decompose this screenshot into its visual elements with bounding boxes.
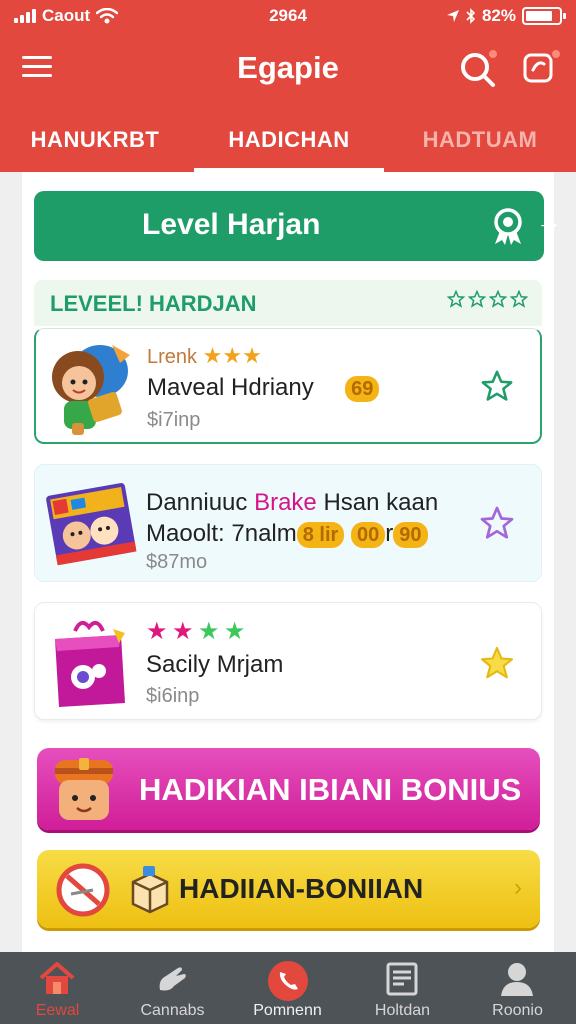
- game-box-icon: [46, 483, 137, 566]
- location-arrow-icon: [446, 10, 459, 22]
- app-bar: Egapie: [0, 40, 576, 100]
- nav-item-holtdan[interactable]: Holtdan: [345, 952, 460, 1024]
- item-name-text: Maoolt: 7nalm: [146, 520, 297, 547]
- chest-face-icon: [55, 758, 113, 820]
- battery-icon: [522, 7, 566, 25]
- item-name-text: Maveal Hdriany: [147, 374, 314, 401]
- star-outline-icon[interactable]: [480, 369, 514, 403]
- coin-badge: 8 lir: [296, 522, 345, 548]
- menu-icon[interactable]: [22, 56, 52, 80]
- star-outline-icon[interactable]: [479, 505, 515, 541]
- bonus-yellow-button[interactable]: HADIIAN-BONIIAN ›: [37, 850, 540, 928]
- nav-label: Eewal: [35, 1002, 80, 1019]
- item-name: Maveal Hdriany 69: [147, 374, 380, 402]
- star-filled-icon: ★: [146, 618, 168, 645]
- ribbon-icon: [494, 208, 522, 245]
- star-filled-icon: ★: [222, 343, 243, 368]
- item-title-part: Danniuuc: [146, 489, 255, 516]
- gift-bag-icon: [55, 620, 125, 707]
- item-name: Maoolt: 7nalm 8 lir 00 r 90: [146, 520, 428, 548]
- star-outline-icon: [510, 290, 528, 308]
- tab-hadichan[interactable]: HADICHAN: [194, 108, 384, 172]
- phone-icon: [268, 961, 308, 1001]
- search-notification-dot: [487, 48, 499, 60]
- item-title: Danniuuc Brake Hsan kaan: [146, 489, 438, 517]
- coin-badge: 90: [393, 522, 428, 548]
- hand-icon: [159, 967, 186, 991]
- item-name: Sacily Mrjam: [146, 651, 284, 678]
- nav-item-cannabs[interactable]: Cannabs: [115, 952, 230, 1024]
- bottom-nav: Eewal Cannabs Pomnenn Holtdan Roonio: [0, 952, 576, 1024]
- battery-fill: [526, 11, 553, 21]
- item-rating: ★ ★ ★ ★: [146, 617, 245, 646]
- tab-label: HANUKRBT: [30, 127, 160, 152]
- bonus-yellow-label: HADIIAN-BONIIAN: [179, 873, 424, 904]
- star-filled-icon: ★: [223, 618, 246, 645]
- level-banner-label: Level Harjan: [142, 208, 321, 241]
- section-title: LEVEEL! HARDJAN: [50, 291, 257, 316]
- star-filled-icon: ★: [197, 618, 220, 645]
- item-title-part: Hsan kaan: [316, 489, 439, 516]
- list-item[interactable]: Lrenk ★★★ Maveal Hdriany 69 $i7inp: [34, 328, 542, 444]
- star-outline-icon: [447, 290, 465, 308]
- bonus-pink-label: HADIKIAN IBIANI BONIUS: [139, 772, 522, 807]
- search-button[interactable]: [459, 48, 499, 88]
- document-icon: [386, 962, 418, 996]
- star-outline-icon: [489, 290, 507, 308]
- notification-dot: [550, 48, 562, 60]
- coin-badge: 69: [345, 376, 380, 402]
- home-icon: [39, 962, 75, 994]
- status-right: 82%: [446, 6, 566, 26]
- list-item[interactable]: Danniuuc Brake Hsan kaan Maoolt: 7nalm 8 …: [34, 464, 542, 582]
- item-title-accent: Brake: [254, 489, 317, 516]
- section-header: LEVEEL! HARDJAN: [34, 280, 542, 326]
- section-rating: [447, 290, 528, 308]
- notification-button[interactable]: [522, 48, 562, 88]
- bluetooth-icon: [466, 8, 476, 24]
- app-header: Caout 2964 82% Egapie HANUKRBT HADICHAN …: [0, 0, 576, 172]
- bonus-pink-button[interactable]: HADIKIAN IBIANI BONIUS: [37, 748, 540, 830]
- item-price: $i7inp: [147, 409, 201, 431]
- item-name-tail: r: [385, 520, 394, 547]
- tab-label: HADTUAM: [422, 127, 538, 152]
- nav-item-home[interactable]: Eewal: [0, 952, 115, 1024]
- star-outline-icon: [468, 290, 486, 308]
- tab-bar: HANUKRBT HADICHAN HADTUAM: [0, 108, 576, 172]
- item-subtitle: Lrenk ★★★: [147, 343, 262, 369]
- nav-item-pomnenn[interactable]: Pomnenn: [230, 952, 345, 1024]
- nav-label: Cannabs: [140, 1002, 205, 1019]
- no-sign-icon: [56, 863, 110, 917]
- nav-label: Roonio: [492, 1002, 543, 1019]
- star-filled-icon: ★: [171, 618, 194, 645]
- item-price: $i6inp: [146, 685, 200, 707]
- tab-hadtuam[interactable]: HADTUAM: [384, 108, 576, 172]
- level-banner-button[interactable]: Level Harjan →: [34, 191, 562, 261]
- chevron-right-icon: ›: [514, 874, 522, 901]
- tab-label: HADICHAN: [228, 127, 350, 152]
- nav-item-roonio[interactable]: Roonio: [460, 952, 576, 1024]
- star-filled-icon[interactable]: [479, 645, 515, 681]
- nav-label: Holtdan: [374, 1002, 431, 1019]
- status-bar: Caout 2964 82%: [0, 0, 576, 34]
- item-price: $87mo: [146, 551, 208, 573]
- tab-hanukrbt[interactable]: HANUKRBT: [0, 108, 190, 172]
- list-item[interactable]: ★ ★ ★ ★ Sacily Mrjam $i6inp: [34, 602, 542, 720]
- box-icon: [131, 866, 169, 914]
- profile-icon: [501, 963, 533, 996]
- star-filled-icon: ★: [242, 343, 262, 368]
- girl-character-icon: [52, 345, 130, 435]
- coin-badge: 00: [351, 522, 386, 548]
- nav-label: Pomnenn: [253, 1002, 322, 1019]
- item-subtitle-text: Lrenk: [147, 346, 198, 368]
- star-filled-icon: ★: [202, 343, 223, 368]
- arrow-right-icon: →: [536, 206, 562, 236]
- battery-percent: 82%: [481, 6, 516, 25]
